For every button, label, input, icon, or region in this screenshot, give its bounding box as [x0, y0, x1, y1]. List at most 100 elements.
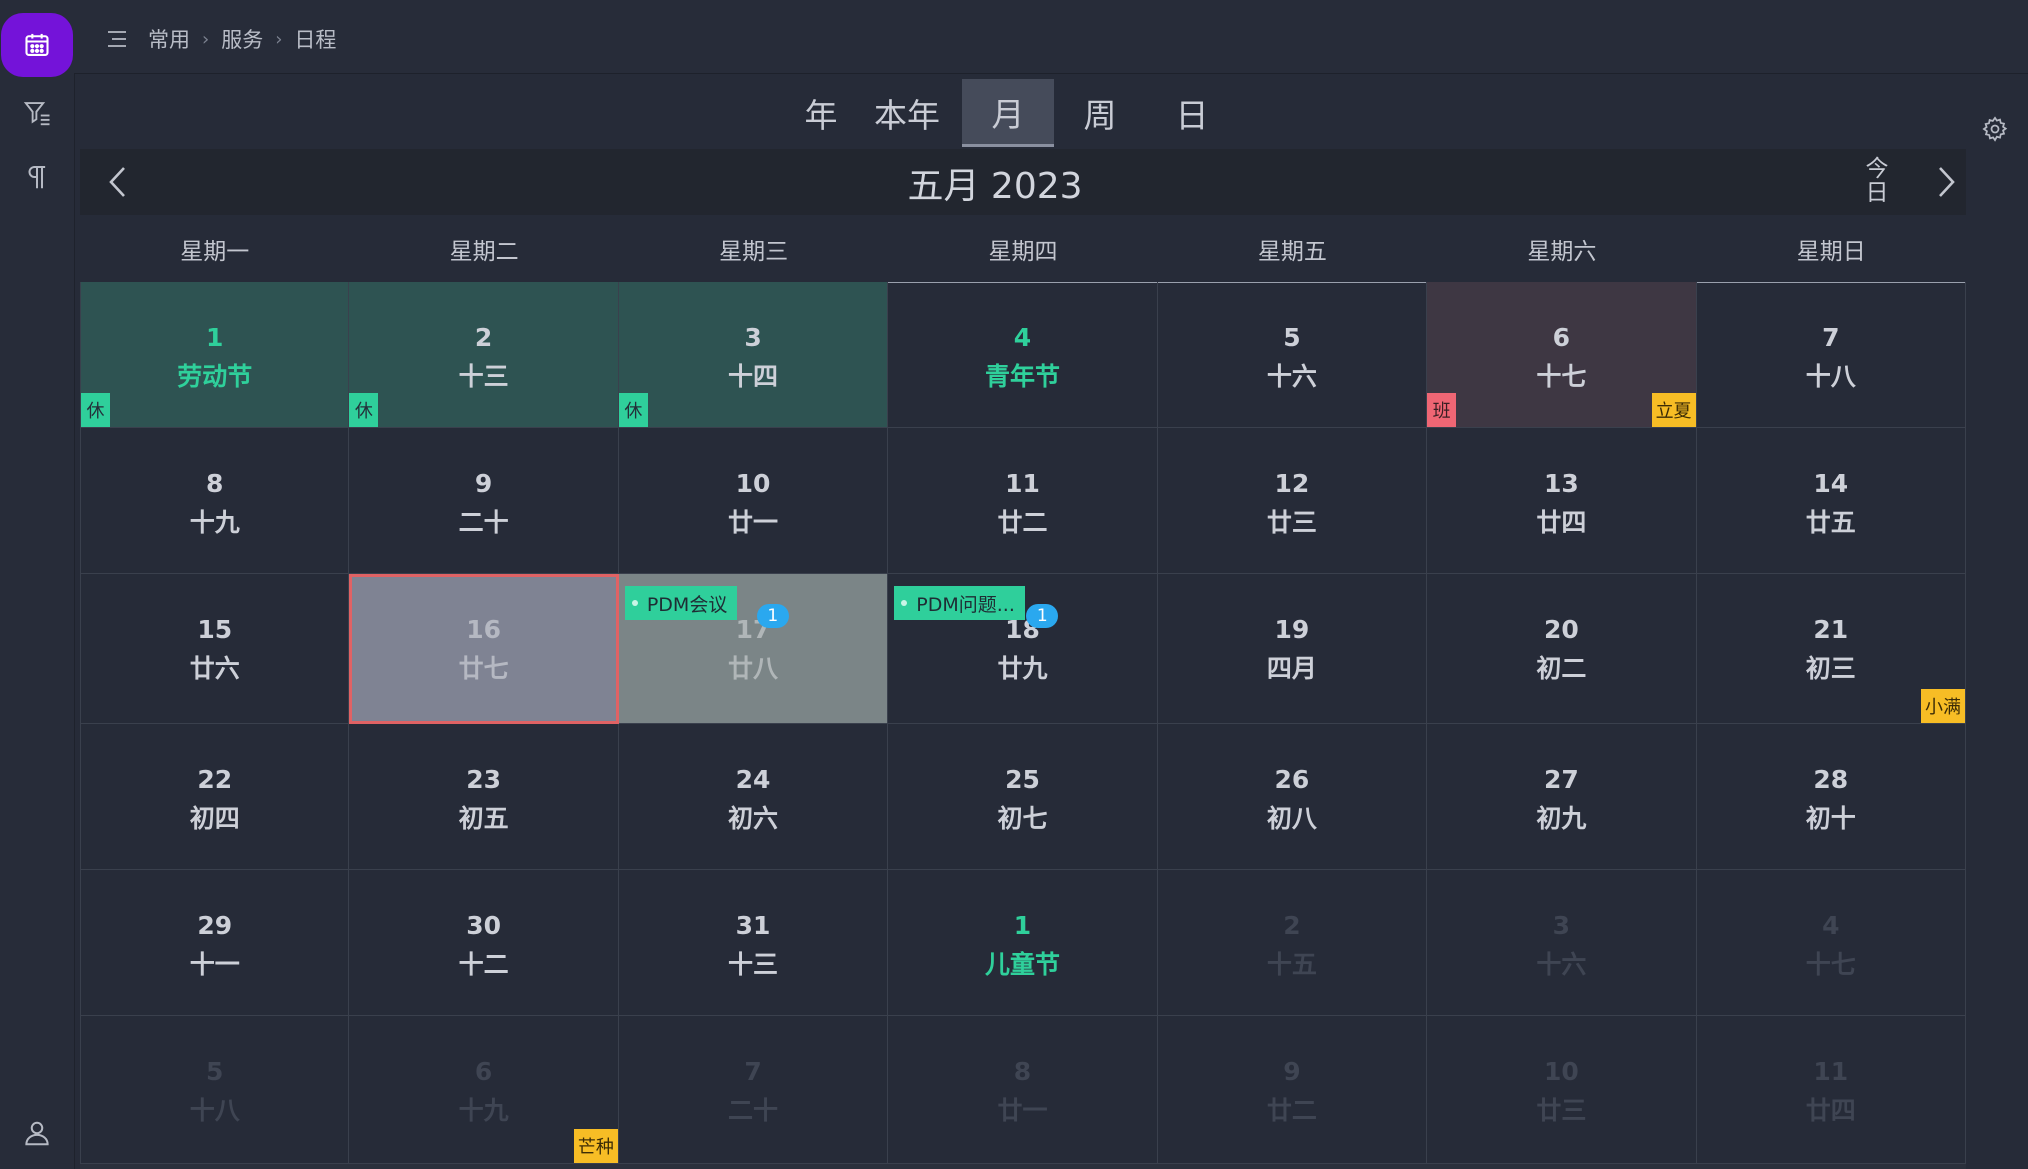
- lunar-date: 廿二: [1266, 1096, 1317, 1125]
- day-cell[interactable]: 23 初五: [349, 724, 619, 870]
- solar-term-badge: 芒种: [573, 1129, 618, 1163]
- day-cell[interactable]: 5 十六: [1157, 282, 1428, 428]
- filter-icon: [23, 102, 50, 126]
- day-cell[interactable]: 16 廿七: [349, 574, 619, 724]
- day-number: 8: [1013, 1057, 1032, 1086]
- day-cell[interactable]: 3 十四休: [618, 282, 889, 428]
- event-count-badge[interactable]: 1: [756, 604, 789, 628]
- weekday-label: 星期四: [988, 238, 1058, 265]
- day-cell[interactable]: 22 初四: [80, 724, 350, 870]
- day-cell[interactable]: 4 十七: [1696, 870, 1966, 1016]
- nav-calendar-button[interactable]: [1, 13, 73, 77]
- settings-button[interactable]: [1978, 112, 2012, 146]
- weekday-label: 星期三: [719, 238, 789, 265]
- day-cell[interactable]: 29 十一: [80, 870, 350, 1016]
- day-number: 15: [197, 615, 233, 644]
- day-number: 5: [1283, 323, 1301, 352]
- day-number: 1: [206, 323, 224, 352]
- day-cell[interactable]: 7 二十: [618, 1016, 889, 1164]
- day-number: 2: [1283, 911, 1301, 940]
- day-cell[interactable]: 15 廿六: [80, 574, 350, 724]
- day-cell[interactable]: 13 廿四: [1427, 428, 1697, 574]
- lunar-date: 十三: [728, 950, 779, 979]
- menu-icon[interactable]: [106, 29, 130, 49]
- day-cell[interactable]: 17 廿八 PDM会议 1: [618, 574, 889, 724]
- day-cell[interactable]: 9 二十: [349, 428, 619, 574]
- tab-year[interactable]: 年: [790, 79, 852, 147]
- tab-this-year[interactable]: 本年: [852, 79, 962, 147]
- day-number: 7: [1822, 323, 1840, 352]
- tab-day[interactable]: 日: [1146, 79, 1238, 147]
- lunar-date: 廿五: [1805, 508, 1856, 537]
- day-number: 6: [474, 1057, 493, 1086]
- day-number: 10: [735, 469, 771, 498]
- lunar-date: 十七: [1536, 362, 1587, 391]
- tab-month[interactable]: 月: [962, 79, 1054, 147]
- day-cell[interactable]: 18 廿九 PDM问题... 1: [888, 574, 1158, 724]
- weekday-label: 星期六: [1527, 238, 1597, 265]
- nav-filter-button[interactable]: [0, 82, 74, 144]
- day-cell[interactable]: 4 青年节: [888, 282, 1158, 428]
- lunar-date: 初五: [458, 804, 509, 833]
- next-month-button[interactable]: [1928, 163, 1964, 201]
- day-cell[interactable]: 31 十三: [618, 870, 889, 1016]
- day-cell[interactable]: 28 初十: [1696, 724, 1966, 870]
- nav-paragraph-button[interactable]: [0, 146, 74, 208]
- day-number: 28: [1813, 765, 1849, 794]
- day-cell[interactable]: 24 初六: [618, 724, 889, 870]
- day-cell[interactable]: 5 十八: [80, 1016, 350, 1164]
- day-cell[interactable]: 25 初七: [888, 724, 1158, 870]
- day-cell[interactable]: 10 廿一: [618, 428, 889, 574]
- lunar-date: 廿一: [997, 1096, 1048, 1125]
- day-cell[interactable]: 9 廿二: [1157, 1016, 1428, 1164]
- day-cell[interactable]: 30 十二: [349, 870, 619, 1016]
- day-number: 3: [1552, 911, 1571, 940]
- lunar-date: 十四: [728, 362, 779, 391]
- day-cell[interactable]: 8 廿一: [888, 1016, 1158, 1164]
- festival-label: 儿童节: [984, 950, 1060, 979]
- day-cell[interactable]: 2 十五: [1157, 870, 1428, 1016]
- tab-week[interactable]: 周: [1054, 79, 1146, 147]
- event-chip[interactable]: PDM会议: [624, 586, 738, 620]
- day-cell[interactable]: 27 初九: [1427, 724, 1697, 870]
- day-cell[interactable]: 6 十九 芒种: [349, 1016, 619, 1164]
- day-cell[interactable]: 10 廿三: [1427, 1016, 1697, 1164]
- lunar-date: 初十: [1805, 804, 1856, 833]
- day-number: 4: [1013, 323, 1032, 352]
- day-cell[interactable]: 3 十六: [1427, 870, 1697, 1016]
- day-number: 25: [1005, 765, 1040, 794]
- day-cell[interactable]: 19 四月: [1157, 574, 1428, 724]
- horizontal-scrollbar[interactable]: [80, 1164, 1966, 1169]
- day-cell[interactable]: 11 廿四: [1696, 1016, 1966, 1164]
- day-cell[interactable]: 1 儿童节: [888, 870, 1158, 1016]
- day-cell[interactable]: 11 廿二: [888, 428, 1158, 574]
- day-cell[interactable]: 12 廿三: [1157, 428, 1428, 574]
- event-chip[interactable]: PDM问题...: [894, 586, 1025, 620]
- lunar-date: 十八: [1805, 362, 1856, 391]
- breadcrumb-item[interactable]: 常用: [148, 24, 190, 54]
- weekday-header: 星期一 星期二 星期三 星期四 星期五 星期六 星期日: [80, 215, 1966, 283]
- lunar-date: 初九: [1536, 804, 1587, 833]
- day-cell[interactable]: 26 初八: [1157, 724, 1428, 870]
- day-cell[interactable]: 2 十三休: [349, 282, 619, 428]
- day-number: 19: [1274, 615, 1310, 644]
- day-cell[interactable]: 1 劳动节休: [80, 282, 350, 428]
- festival-label: 劳动节: [177, 362, 253, 391]
- day-cell[interactable]: 14 廿五: [1696, 428, 1966, 574]
- breadcrumb-item[interactable]: 服务: [221, 24, 263, 54]
- today-button[interactable]: 今 日: [1860, 157, 1894, 205]
- day-cell[interactable]: 6 十七班 立夏: [1427, 282, 1697, 428]
- day-cell[interactable]: 20 初二: [1427, 574, 1697, 724]
- day-number: 13: [1543, 469, 1579, 498]
- nav-user-button[interactable]: [0, 1102, 74, 1164]
- rest-badge: 休: [349, 393, 379, 427]
- event-count-badge[interactable]: 1: [1026, 604, 1059, 628]
- day-cell[interactable]: 7 十八: [1696, 282, 1966, 428]
- weekday-label: 星期一: [180, 238, 250, 265]
- user-icon: [25, 1121, 49, 1146]
- day-number: 9: [1283, 1057, 1301, 1086]
- lunar-date: 十二: [458, 950, 509, 979]
- day-cell[interactable]: 21 初三 小满: [1696, 574, 1966, 724]
- day-cell[interactable]: 8 十九: [80, 428, 350, 574]
- lunar-date: 十六: [1266, 362, 1317, 391]
